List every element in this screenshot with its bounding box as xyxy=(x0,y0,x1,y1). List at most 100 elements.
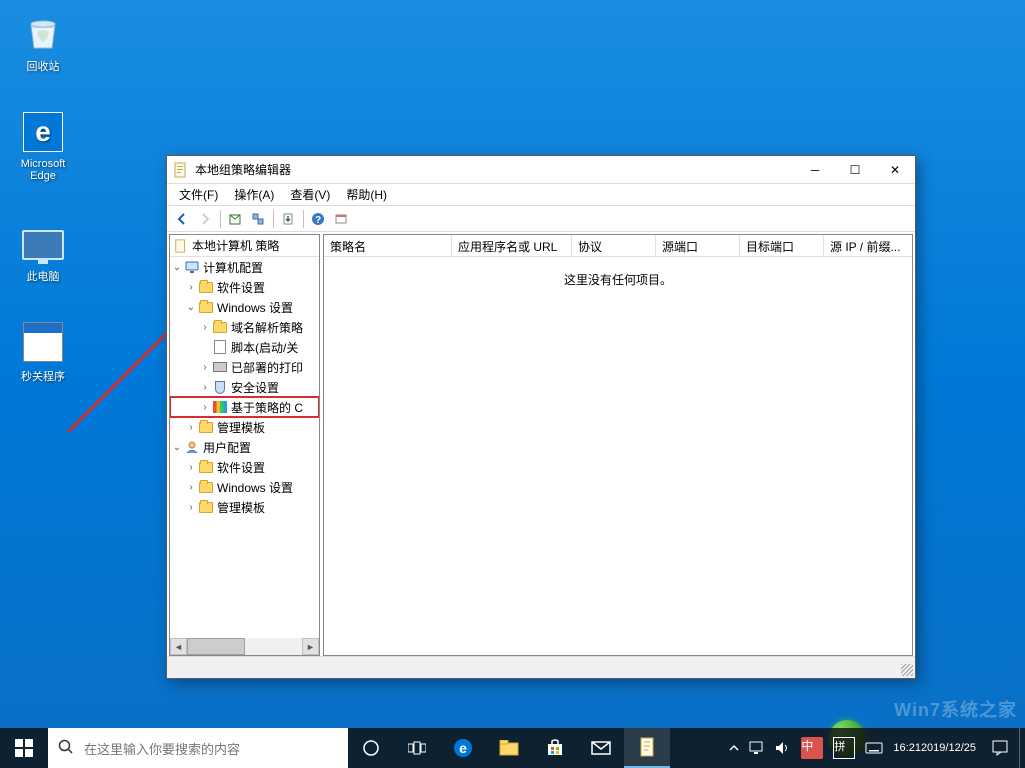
nav-back-button[interactable] xyxy=(171,208,193,230)
desktop-icon-label: 秒关程序 xyxy=(21,371,65,383)
tray-chevron-up-icon[interactable] xyxy=(724,728,744,768)
taskbar-app-store[interactable] xyxy=(532,728,578,768)
tree-node-computer-config[interactable]: ⌄计算机配置 xyxy=(170,257,319,277)
show-desktop-button[interactable] xyxy=(1019,728,1025,768)
taskbar-app-explorer[interactable] xyxy=(486,728,532,768)
svg-text:e: e xyxy=(459,740,467,756)
tree-node-security-settings[interactable]: ›安全设置 xyxy=(170,377,319,397)
nav-forward-button[interactable] xyxy=(194,208,216,230)
cortana-button[interactable] xyxy=(348,728,394,768)
tree-label: 域名解析策略 xyxy=(231,319,303,336)
chart-icon xyxy=(213,401,227,413)
taskbar-app-gpedit[interactable] xyxy=(624,728,670,768)
tree-node-user-config[interactable]: ⌄用户配置 xyxy=(170,437,319,457)
toolbar-view[interactable] xyxy=(330,208,352,230)
folder-icon xyxy=(213,322,227,333)
toolbar-action1[interactable] xyxy=(224,208,246,230)
tree-pane: 本地计算机 策略 ⌄计算机配置 ›软件设置 ⌄Windows 设置 ›域名解析 xyxy=(169,234,320,656)
tree-label: Windows 设置 xyxy=(217,299,293,316)
scroll-right-icon[interactable]: ► xyxy=(302,638,319,655)
desktop-icon-label: 此电脑 xyxy=(27,271,60,283)
start-button[interactable] xyxy=(0,728,48,768)
watermark-text: Win7系统之家 xyxy=(894,696,1017,722)
folder-icon xyxy=(199,302,213,313)
list-body[interactable]: 这里没有任何项目。 xyxy=(324,257,912,655)
tree-header[interactable]: 本地计算机 策略 xyxy=(170,235,319,257)
tray-keyboard-icon[interactable] xyxy=(860,728,888,768)
toolbar-export[interactable] xyxy=(277,208,299,230)
tree-node-admin-templates[interactable]: ›管理模板 xyxy=(170,417,319,437)
tree-label: 已部署的打印 xyxy=(231,359,303,376)
window-title: 本地组策略编辑器 xyxy=(195,161,795,178)
menu-view[interactable]: 查看(V) xyxy=(282,184,338,205)
tray-ime2[interactable]: 拼 xyxy=(828,728,860,768)
tree-node-deployed-printers[interactable]: ›已部署的打印 xyxy=(170,357,319,377)
tree-label: 软件设置 xyxy=(217,279,265,296)
desktop-icon-label: Microsoft Edge xyxy=(21,158,66,182)
monitor-icon xyxy=(22,230,64,260)
tray-clock[interactable]: 16:21 2019/12/25 xyxy=(888,728,981,768)
recycle-bin-icon xyxy=(23,12,63,52)
tree-node-admin-templates2[interactable]: ›管理模板 xyxy=(170,497,319,517)
tray-ime1[interactable]: 中 xyxy=(796,728,828,768)
maximize-button[interactable]: ☐ xyxy=(835,156,875,184)
minimize-button[interactable]: ─ xyxy=(795,156,835,184)
user-icon xyxy=(184,439,200,455)
printer-icon xyxy=(213,362,227,372)
tree-node-policy-qos[interactable]: ›基于策略的 C xyxy=(170,397,319,417)
col-policy-name[interactable]: 策略名 xyxy=(324,235,452,256)
taskbar: 在这里输入你要搜索的内容 e 中 拼 16:21 2019/12/25 xyxy=(0,728,1025,768)
clock-time: 16:21 xyxy=(893,742,921,755)
col-protocol[interactable]: 协议 xyxy=(572,235,656,256)
tree-node-windows-settings[interactable]: ⌄Windows 设置 xyxy=(170,297,319,317)
titlebar[interactable]: 本地组策略编辑器 ─ ☐ ✕ xyxy=(167,156,915,184)
col-src-ip[interactable]: 源 IP / 前缀... xyxy=(824,235,912,256)
tree-label: 安全设置 xyxy=(231,379,279,396)
folder-icon xyxy=(199,502,213,513)
desktop-icon-shutdown-prog[interactable]: 秒关程序 xyxy=(10,318,76,384)
scroll-thumb[interactable] xyxy=(187,638,245,655)
tree-node-software-settings2[interactable]: ›软件设置 xyxy=(170,457,319,477)
scroll-left-icon[interactable]: ◄ xyxy=(170,638,187,655)
windows-icon xyxy=(15,739,33,757)
tray-network-icon[interactable] xyxy=(744,728,770,768)
tree-node-name-resolution[interactable]: ›域名解析策略 xyxy=(170,317,319,337)
tree-label: Windows 设置 xyxy=(217,479,293,496)
tree-body: ⌄计算机配置 ›软件设置 ⌄Windows 设置 ›域名解析策略 脚本(启动/关… xyxy=(170,257,319,638)
script-icon xyxy=(214,340,226,354)
toolbar-action2[interactable] xyxy=(247,208,269,230)
tray-notifications[interactable] xyxy=(981,728,1019,768)
menu-file[interactable]: 文件(F) xyxy=(171,184,226,205)
gpedit-window: 本地组策略编辑器 ─ ☐ ✕ 文件(F) 操作(A) 查看(V) 帮助(H) ? xyxy=(166,155,916,679)
desktop-icon-this-pc[interactable]: 此电脑 xyxy=(10,218,76,284)
close-button[interactable]: ✕ xyxy=(875,156,915,184)
taskview-button[interactable] xyxy=(394,728,440,768)
folder-icon xyxy=(199,462,213,473)
tree-label: 软件设置 xyxy=(217,459,265,476)
shield-icon xyxy=(215,381,225,394)
menu-help[interactable]: 帮助(H) xyxy=(338,184,395,205)
desktop-icon-recycle-bin[interactable]: 回收站 xyxy=(10,8,76,74)
search-placeholder: 在这里输入你要搜索的内容 xyxy=(84,739,240,758)
desktop: 回收站 e Microsoft Edge 此电脑 秒关程序 本地组策略编辑器 ─… xyxy=(0,0,1025,768)
tree-scrollbar-h[interactable]: ◄ ► xyxy=(170,638,319,655)
list-pane: 策略名 应用程序名或 URL 协议 源端口 目标端口 源 IP / 前缀... … xyxy=(323,234,913,656)
taskbar-app-mail[interactable] xyxy=(578,728,624,768)
tree-label: 基于策略的 C xyxy=(231,399,303,416)
resize-grip[interactable] xyxy=(901,664,913,676)
tree-node-software-settings[interactable]: ›软件设置 xyxy=(170,277,319,297)
toolbar-help[interactable]: ? xyxy=(307,208,329,230)
col-dst-port[interactable]: 目标端口 xyxy=(740,235,824,256)
tree-node-windows-settings2[interactable]: ›Windows 设置 xyxy=(170,477,319,497)
col-app-url[interactable]: 应用程序名或 URL xyxy=(452,235,572,256)
tree-label: 用户配置 xyxy=(203,439,251,456)
col-src-port[interactable]: 源端口 xyxy=(656,235,740,256)
tree-root-label: 本地计算机 策略 xyxy=(192,237,279,254)
taskbar-search[interactable]: 在这里输入你要搜索的内容 xyxy=(48,728,348,768)
menu-action[interactable]: 操作(A) xyxy=(226,184,282,205)
desktop-icon-edge[interactable]: e Microsoft Edge xyxy=(10,108,76,182)
tray-volume-icon[interactable] xyxy=(770,728,796,768)
tree-node-scripts[interactable]: 脚本(启动/关 xyxy=(170,337,319,357)
menubar: 文件(F) 操作(A) 查看(V) 帮助(H) xyxy=(167,184,915,206)
taskbar-app-edge[interactable]: e xyxy=(440,728,486,768)
